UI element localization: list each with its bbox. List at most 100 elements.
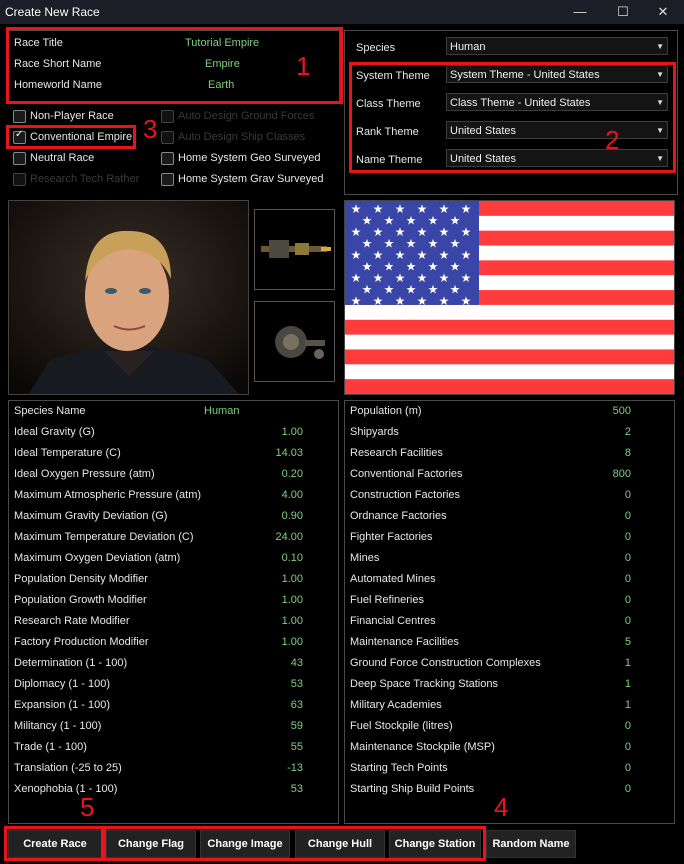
flag-star-icon: ★	[362, 214, 373, 228]
flag-star-icon: ★	[362, 283, 373, 297]
flag-star-icon: ★	[461, 225, 472, 239]
highlight-box-2	[349, 62, 676, 173]
stat-label: Starting Ship Build Points	[350, 783, 475, 795]
flag-star-icon: ★	[384, 214, 395, 228]
neutral-race-checkbox[interactable]	[13, 152, 26, 165]
flag-star-icon: ★	[351, 294, 362, 308]
flag-star-icon: ★	[406, 283, 417, 297]
stat-label: Ideal Oxygen Pressure (atm)	[14, 468, 155, 480]
stat-label: Translation (-25 to 25)	[14, 762, 122, 774]
stat-value: 53	[290, 678, 303, 690]
stat-label: Fighter Factories	[350, 531, 433, 543]
stat-value: 500	[612, 405, 631, 417]
auto-design-ground-checkbox[interactable]	[161, 110, 174, 123]
stat-label: Diplomacy (1 - 100)	[14, 678, 110, 690]
species-label: Species	[356, 42, 396, 54]
stat-value: 1	[624, 678, 631, 690]
stat-value: 53	[290, 783, 303, 795]
flag-star-icon: ★	[417, 202, 428, 216]
race-flag-image: ★ ★ ★ ★ ★ ★ ★ ★ ★ ★ ★ ★ ★ ★ ★ ★ ★ ★ ★ ★ ★ ★ ★ ★ ★ ★ ★ ★ ★ ★ ★ ★ ★ ★ ★ ★ ★ ★ ★ ★…	[344, 200, 675, 395]
stat-value: 800	[612, 468, 631, 480]
flag-star-icon: ★	[351, 271, 362, 285]
flag-star-icon: ★	[428, 283, 439, 297]
stat-value: 1.00	[281, 573, 303, 585]
stat-value: 0	[624, 615, 631, 627]
stat-value: 55	[290, 741, 303, 753]
stat-value: 0.10	[281, 552, 303, 564]
flag-star-icon: ★	[417, 294, 428, 308]
flag-star-icon: ★	[395, 271, 406, 285]
flag-star-icon: ★	[362, 260, 373, 274]
stat-value: -13	[287, 762, 303, 774]
stat-value: 2	[624, 426, 631, 438]
flag-star-icon: ★	[428, 237, 439, 251]
stat-label: Population Density Modifier	[14, 573, 148, 585]
annotation-number-2: 2	[605, 125, 620, 155]
annotation-number-4: 4	[494, 792, 509, 822]
flag-star-icon: ★	[384, 237, 395, 251]
flag-star-icon: ★	[450, 260, 461, 274]
auto-design-ships-checkbox[interactable]	[161, 131, 174, 144]
flag-star-icon: ★	[406, 260, 417, 274]
non-player-checkbox[interactable]	[13, 110, 26, 123]
highlight-box-3	[6, 125, 136, 149]
maximize-icon[interactable]: ☐	[608, 2, 638, 22]
station-image	[254, 301, 335, 382]
stat-value: 4.00	[281, 489, 303, 501]
stat-label: Factory Production Modifier	[14, 636, 149, 648]
flag-star-icon: ★	[439, 225, 450, 239]
flag-star-icon: ★	[406, 214, 417, 228]
geo-surveyed-checkbox[interactable]	[161, 152, 174, 165]
annotation-number-1: 1	[296, 51, 311, 81]
stat-label: Maximum Atmospheric Pressure (atm)	[14, 489, 202, 501]
stat-value: 1.00	[281, 615, 303, 627]
flag-stripe	[345, 334, 674, 350]
flag-star-icon: ★	[439, 248, 450, 262]
stat-value: 0	[624, 531, 631, 543]
race-portrait-image	[8, 200, 249, 395]
stat-value: 63	[290, 699, 303, 711]
stat-value: 0.90	[281, 510, 303, 522]
flag-star-icon: ★	[461, 294, 472, 308]
flag-star-icon: ★	[395, 225, 406, 239]
highlight-box-1	[6, 27, 343, 104]
hull-image	[254, 209, 335, 290]
flag-star-icon: ★	[373, 294, 384, 308]
minimize-icon[interactable]: —	[565, 2, 595, 22]
stat-label: Ground Force Construction Complexes	[350, 657, 541, 669]
stat-value: 1.00	[281, 636, 303, 648]
species-stats-panel: Species Name Human Ideal Gravity (G) 1.00 Id…	[8, 400, 339, 824]
grav-surveyed-checkbox[interactable]	[161, 173, 174, 186]
flag-star-icon: ★	[461, 271, 472, 285]
flag-star-icon: ★	[461, 248, 472, 262]
flag-star-icon: ★	[450, 283, 461, 297]
random-name-button[interactable]: Random Name	[486, 830, 576, 858]
stat-value: 1.00	[281, 426, 303, 438]
chevron-down-icon: ▼	[656, 42, 664, 51]
neutral-race-label: Neutral Race	[30, 152, 95, 164]
flag-star-icon: ★	[461, 202, 472, 216]
close-icon[interactable]: ✕	[648, 2, 678, 22]
stat-value: 24.00	[275, 531, 303, 543]
flag-star-icon: ★	[439, 294, 450, 308]
research-tech-label: Research Tech Rather	[30, 173, 140, 185]
stat-label: Maintenance Facilities	[350, 636, 459, 648]
stat-label: Starting Tech Points	[350, 762, 448, 774]
flag-star-icon: ★	[395, 294, 406, 308]
stat-value: Human	[204, 405, 240, 417]
species-select[interactable]: Human ▼	[446, 37, 668, 55]
auto-design-ground-label: Auto Design Ground Forces	[178, 110, 315, 122]
flag-star-icon: ★	[373, 225, 384, 239]
annotation-number-3: 3	[143, 114, 158, 144]
stat-value: 0	[624, 741, 631, 753]
stat-value: 14.03	[275, 447, 303, 459]
flag-star-icon: ★	[439, 271, 450, 285]
highlight-box-4	[103, 826, 486, 861]
flag-star-icon: ★	[351, 202, 362, 216]
flag-star-icon: ★	[351, 248, 362, 262]
auto-design-ships-label: Auto Design Ship Classes	[178, 131, 306, 143]
flag-star-icon: ★	[450, 214, 461, 228]
research-tech-checkbox[interactable]	[13, 173, 26, 186]
flag-star-icon: ★	[450, 237, 461, 251]
window-title: Create New Race	[5, 5, 100, 19]
